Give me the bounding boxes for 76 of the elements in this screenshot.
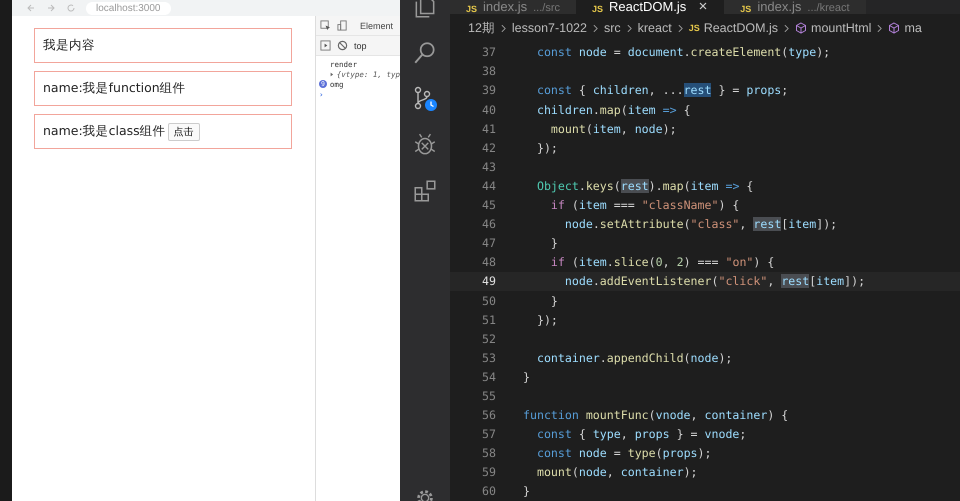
component-text: name:我是class组件 <box>43 123 166 140</box>
close-icon[interactable] <box>698 1 708 11</box>
code-line: } <box>550 236 558 250</box>
line-number: 57 <box>481 427 496 442</box>
component-text: name:我是function组件 <box>43 80 186 97</box>
breadcrumb-item[interactable]: mountHtml <box>795 21 872 36</box>
code-line: } <box>523 370 530 384</box>
breadcrumb-item[interactable]: lesson7-1022 <box>512 21 587 36</box>
line-number: 54 <box>481 370 496 384</box>
chevron-icon <box>626 24 632 33</box>
code-line: mount(item, node); <box>550 122 677 136</box>
code-line: mount(node, container); <box>536 465 698 480</box>
breadcrumb-item[interactable]: src <box>604 21 621 36</box>
code-line: function mountFunc(vnode, container) { <box>523 408 788 422</box>
editor-tab[interactable]: JS index.js .../kreact <box>724 0 866 14</box>
context-selector[interactable]: top <box>354 40 367 50</box>
line-number: 42 <box>481 140 496 155</box>
click-button[interactable]: 点击 <box>168 122 200 140</box>
breadcrumb-item[interactable]: kreact <box>638 21 672 36</box>
line-number: 60 <box>481 484 496 498</box>
code-line: children.map(item => { <box>536 102 691 117</box>
line-number: 45 <box>481 198 496 212</box>
source-control-icon[interactable] <box>412 86 438 112</box>
cube-icon <box>795 22 808 34</box>
code-line: container.appendChild(node); <box>536 350 732 365</box>
chevron-icon <box>592 24 598 33</box>
code-line: if (item === "className") { <box>550 198 740 212</box>
line-number: 41 <box>481 122 496 136</box>
line-number: 39 <box>481 83 496 98</box>
code-line: }); <box>536 140 558 155</box>
chevron-icon <box>500 24 506 33</box>
code-line: node.setAttribute("class", rest[item]); <box>564 217 838 232</box>
line-number: 49 <box>481 274 496 288</box>
code-line: const { type, props } = vnode; <box>536 427 746 442</box>
line-number: 58 <box>481 446 496 460</box>
code-line: Object.keys(rest).map(item => { <box>536 178 754 193</box>
line-number: 51 <box>481 312 496 327</box>
breadcrumb-item[interactable]: ma <box>888 21 922 36</box>
code-line: } <box>550 294 558 308</box>
line-number: 53 <box>481 350 496 365</box>
code-line: }); <box>536 312 558 327</box>
chevron-icon <box>784 24 790 33</box>
code-line: const node = type(props); <box>536 446 712 460</box>
line-number: 46 <box>481 217 496 232</box>
line-number: 56 <box>481 408 496 422</box>
line-number: 37 <box>481 45 496 60</box>
editor-tab[interactable]: JS ReactDOM.js <box>576 0 724 14</box>
line-number: 43 <box>481 160 496 174</box>
line-number: 38 <box>481 64 496 78</box>
inspect-icon[interactable] <box>320 20 331 31</box>
code-line: } <box>523 484 530 498</box>
code-line: const { children, ...rest } = props; <box>536 83 788 98</box>
line-number: 55 <box>481 388 496 403</box>
breadcrumb-item[interactable]: JS ReactDOM.js <box>688 21 778 36</box>
code-line: if (item.slice(0, 2) === "on") { <box>550 255 774 270</box>
code-line: const node = document.createElement(type); <box>536 45 830 60</box>
breadcrumb-item[interactable]: 12期 <box>468 20 495 37</box>
line-number: 59 <box>481 465 496 480</box>
cube-icon <box>888 22 900 34</box>
expand-icon[interactable] <box>330 72 334 76</box>
extensions-icon[interactable] <box>412 178 438 204</box>
line-number: 48 <box>481 255 496 270</box>
line-number: 40 <box>481 102 496 117</box>
line-number: 50 <box>481 294 496 308</box>
device-icon[interactable] <box>337 20 348 31</box>
chevron-icon <box>877 24 882 33</box>
component-text: 我是内容 <box>43 37 95 54</box>
code-line: node.addEventListener("click", rest[item]); <box>564 274 866 288</box>
elements-tab[interactable]: Element <box>360 20 394 30</box>
line-number: 44 <box>481 178 496 193</box>
sidebar-toggle-icon[interactable] <box>320 40 331 51</box>
clear-console-icon[interactable] <box>337 40 348 51</box>
editor-tab[interactable]: JS index.js .../src <box>450 0 576 14</box>
chevron-icon <box>678 24 683 33</box>
line-number: 52 <box>481 332 496 346</box>
line-number: 47 <box>481 236 496 250</box>
